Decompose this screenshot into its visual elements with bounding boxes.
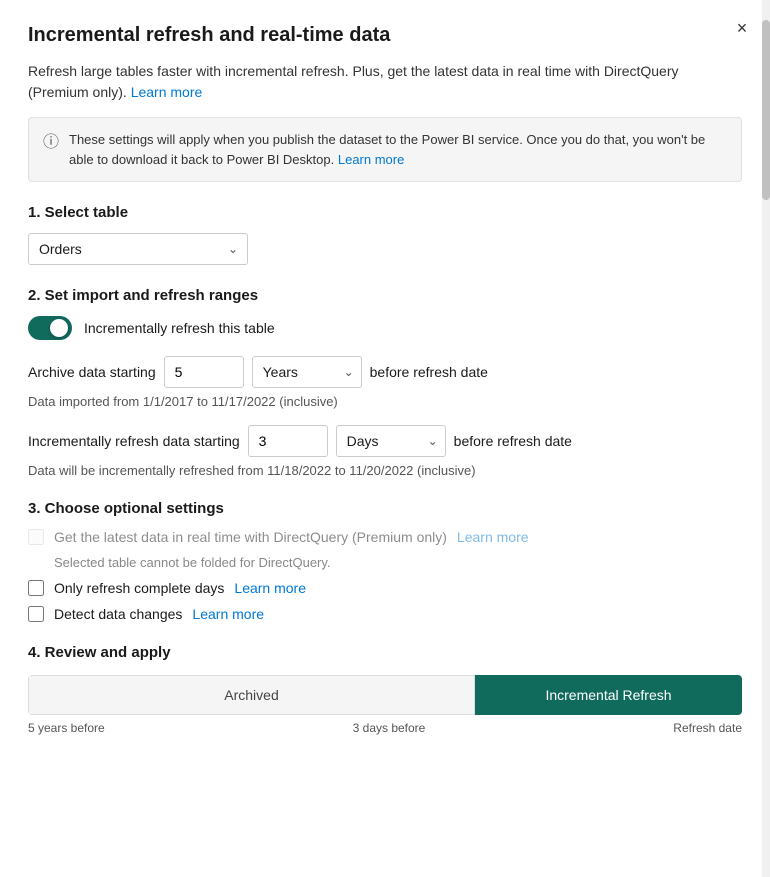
timeline-bar: Archived Incremental Refresh bbox=[28, 675, 742, 715]
directquery-checkbox[interactable] bbox=[28, 529, 44, 545]
directquery-disabled-note: Selected table cannot be folded for Dire… bbox=[54, 555, 742, 570]
toggle-label: Incrementally refresh this table bbox=[84, 320, 275, 336]
directquery-row: Get the latest data in real time with Di… bbox=[28, 529, 742, 545]
timeline-left-label: 5 years before bbox=[28, 721, 105, 735]
review-title: 4. Review and apply bbox=[28, 644, 742, 661]
dialog: × Incremental refresh and real-time data… bbox=[0, 0, 770, 877]
select-table-title: 1. Select table bbox=[28, 204, 742, 221]
archive-hint: Data imported from 1/1/2017 to 11/17/202… bbox=[28, 394, 742, 409]
info-learn-more-link[interactable]: Learn more bbox=[338, 152, 404, 167]
info-box: ⓘ These settings will apply when you pub… bbox=[28, 117, 742, 182]
complete-days-checkbox[interactable] bbox=[28, 580, 44, 596]
detect-changes-row: Detect data changes Learn more bbox=[28, 606, 742, 622]
table-select[interactable]: Orders Customers Products bbox=[28, 233, 248, 265]
refresh-range-row: Incrementally refresh data starting Days… bbox=[28, 425, 742, 457]
timeline-container: Archived Incremental Refresh 5 years bef… bbox=[28, 675, 742, 735]
table-select-wrap: Orders Customers Products ⌄ bbox=[28, 233, 248, 265]
directquery-label: Get the latest data in real time with Di… bbox=[54, 529, 447, 545]
toggle-row: Incrementally refresh this table bbox=[28, 316, 742, 340]
optional-title: 3. Choose optional settings bbox=[28, 500, 742, 517]
archive-number-input[interactable] bbox=[164, 356, 244, 388]
scrollbar[interactable] bbox=[762, 0, 770, 877]
refresh-label: Incrementally refresh data starting bbox=[28, 433, 240, 449]
detect-changes-learn-more-link[interactable]: Learn more bbox=[192, 606, 264, 622]
info-icon: ⓘ bbox=[43, 131, 59, 155]
section-select-table: 1. Select table Orders Customers Product… bbox=[28, 204, 742, 265]
archive-label: Archive data starting bbox=[28, 364, 156, 380]
refresh-unit-select[interactable]: Days Months Years bbox=[336, 425, 446, 457]
detect-changes-checkbox[interactable] bbox=[28, 606, 44, 622]
archive-suffix: before refresh date bbox=[370, 364, 488, 380]
refresh-unit-select-wrap: Days Months Years ⌄ bbox=[336, 425, 446, 457]
section-review: 4. Review and apply Archived Incremental… bbox=[28, 644, 742, 735]
scrollbar-thumb[interactable] bbox=[762, 20, 770, 200]
intro-learn-more-link[interactable]: Learn more bbox=[131, 84, 203, 100]
complete-days-row: Only refresh complete days Learn more bbox=[28, 580, 742, 596]
section-import-refresh: 2. Set import and refresh ranges Increme… bbox=[28, 287, 742, 478]
timeline-archived-segment: Archived bbox=[28, 675, 475, 715]
refresh-hint: Data will be incrementally refreshed fro… bbox=[28, 463, 742, 478]
archive-unit-select[interactable]: Days Months Years bbox=[252, 356, 362, 388]
close-button[interactable]: × bbox=[728, 14, 756, 42]
timeline-incremental-segment: Incremental Refresh bbox=[475, 675, 742, 715]
complete-days-learn-more-link[interactable]: Learn more bbox=[234, 580, 306, 596]
dialog-title: Incremental refresh and real-time data bbox=[28, 24, 742, 47]
toggle-thumb bbox=[50, 319, 68, 337]
archive-unit-select-wrap: Days Months Years ⌄ bbox=[252, 356, 362, 388]
import-refresh-title: 2. Set import and refresh ranges bbox=[28, 287, 742, 304]
refresh-number-input[interactable] bbox=[248, 425, 328, 457]
directquery-learn-more-link[interactable]: Learn more bbox=[457, 529, 529, 545]
complete-days-label: Only refresh complete days bbox=[54, 580, 224, 596]
intro-text: Refresh large tables faster with increme… bbox=[28, 61, 742, 103]
refresh-suffix: before refresh date bbox=[454, 433, 572, 449]
timeline-middle-label: 3 days before bbox=[353, 721, 426, 735]
detect-changes-label: Detect data changes bbox=[54, 606, 182, 622]
timeline-right-label: Refresh date bbox=[673, 721, 742, 735]
section-optional: 3. Choose optional settings Get the late… bbox=[28, 500, 742, 622]
timeline-labels: 5 years before 3 days before Refresh dat… bbox=[28, 721, 742, 735]
archive-range-row: Archive data starting Days Months Years … bbox=[28, 356, 742, 388]
incremental-refresh-toggle[interactable] bbox=[28, 316, 72, 340]
